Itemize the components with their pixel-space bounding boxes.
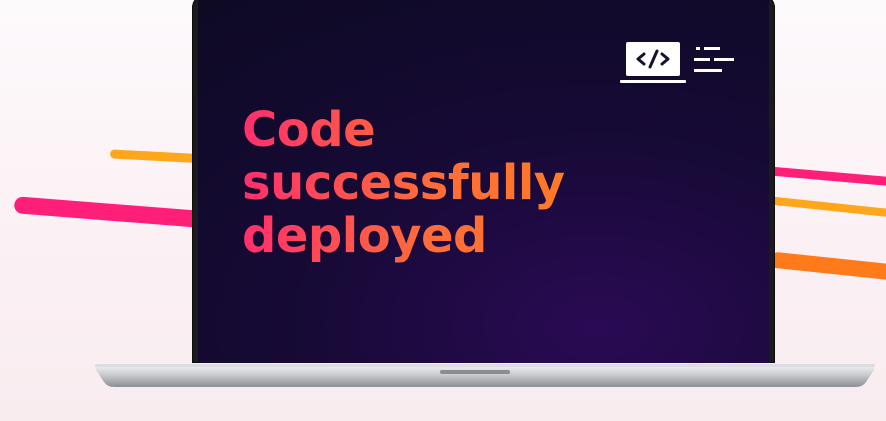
pink-streak-right — [769, 166, 886, 187]
laptop-base — [95, 364, 875, 387]
scene: Code successfully deployed — [0, 0, 886, 421]
code-window-icon — [620, 42, 734, 83]
orange-streak-right — [769, 251, 886, 281]
pink-streak-left — [13, 196, 215, 229]
laptop-display: Code successfully deployed — [198, 0, 769, 363]
amber-streak-right — [769, 196, 886, 218]
headline-line-1: Code — [242, 104, 565, 157]
headline-line-3: deployed — [242, 210, 565, 263]
headline-line-2: successfully — [242, 155, 565, 211]
laptop-screen: Code successfully deployed — [192, 0, 775, 363]
laptop-notch — [440, 370, 510, 374]
deploy-headline: Code successfully deployed — [242, 104, 565, 263]
